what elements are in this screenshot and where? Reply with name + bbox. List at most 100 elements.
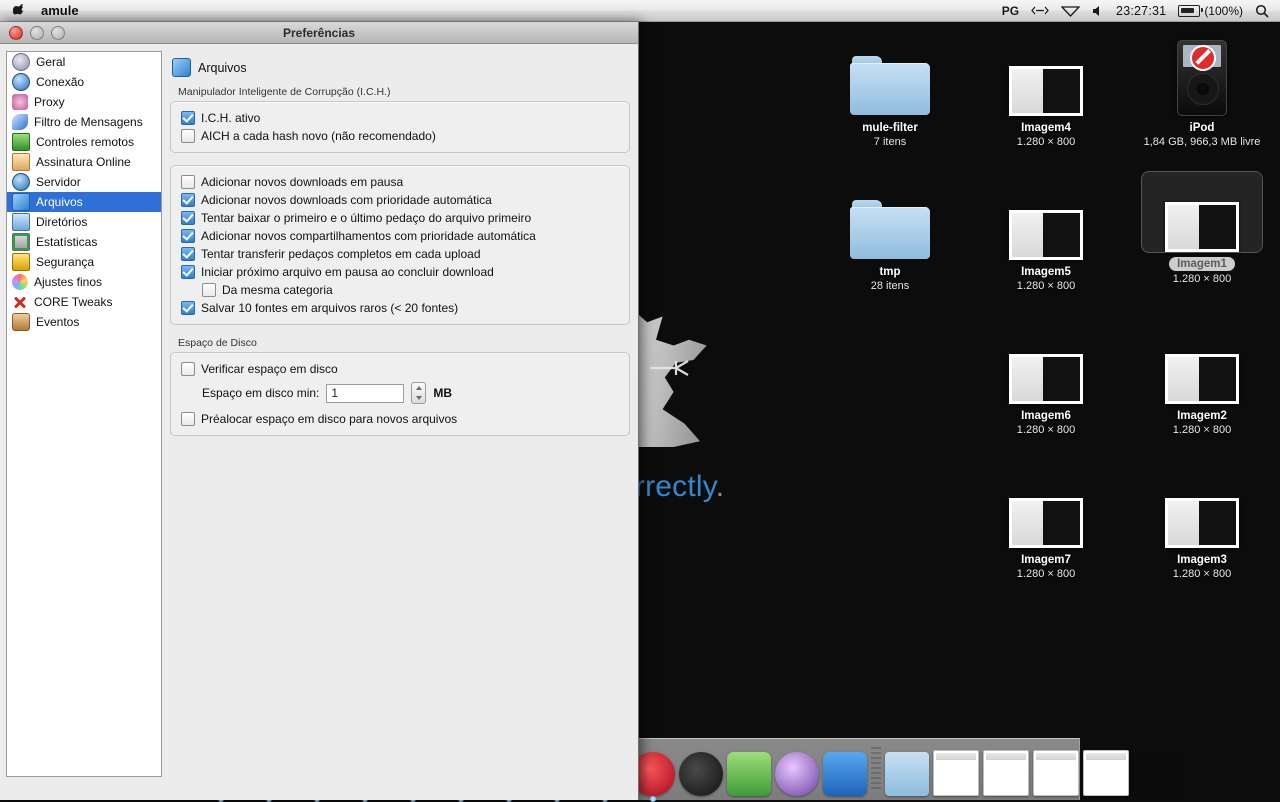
wifi-icon[interactable] xyxy=(1061,5,1080,17)
screenshot-thumbnail-icon xyxy=(1009,210,1083,260)
minimize-window-button[interactable] xyxy=(30,26,44,40)
gear-icon xyxy=(12,53,30,71)
spotlight-search-icon[interactable] xyxy=(1255,4,1269,18)
dock-window-1[interactable] xyxy=(933,750,979,796)
volume-icon[interactable] xyxy=(1092,5,1104,17)
displays-arrows-icon[interactable] xyxy=(1031,5,1049,16)
desktop-icon-label: tmp xyxy=(830,265,950,279)
desktop-icon-imagem7[interactable]: Imagem71.280 × 800 xyxy=(986,468,1106,581)
desktop-icon-imagem6[interactable]: Imagem61.280 × 800 xyxy=(986,324,1106,437)
mask-icon xyxy=(12,94,28,110)
checkbox-row-adicionar-novos-downloads-em-pausa[interactable]: Adicionar novos downloads em pausa xyxy=(181,173,619,191)
desktop-icon-tmp[interactable]: tmp28 itens xyxy=(830,180,950,293)
preferences-panel: Arquivos Manipulador Inteligente de Corr… xyxy=(162,51,638,800)
sidebar-item-arquivos[interactable]: Arquivos xyxy=(7,192,161,212)
sidebar-item-label: Segurança xyxy=(36,255,94,269)
ipod-device-icon xyxy=(1177,40,1227,116)
zoom-window-button[interactable] xyxy=(51,26,65,40)
checkbox-iniciar-pr-ximo-arquivo-em-pausa-a[interactable] xyxy=(181,265,195,279)
checkbox-row-da-mesma-categoria[interactable]: Da mesma categoria xyxy=(181,281,619,299)
battery-status[interactable]: (100%) xyxy=(1178,4,1243,18)
dock-downloads-folder[interactable] xyxy=(885,752,929,796)
menu-bar[interactable]: amule PG 23:27:31 (100%) xyxy=(0,0,1280,22)
dock-notebook-app[interactable] xyxy=(727,752,771,796)
disk-group-label: Espaço de Disco xyxy=(178,337,630,349)
sign-icon xyxy=(12,153,30,171)
desktop-icon-imagem2[interactable]: Imagem21.280 × 800 xyxy=(1142,324,1262,437)
menu-bar-clock[interactable]: 23:27:31 xyxy=(1116,4,1166,18)
checkbox-tentar-transferir-peda-os-completo[interactable] xyxy=(181,247,195,261)
checkbox-row-i-c-h-ativo[interactable]: I.C.H. ativo xyxy=(181,109,619,127)
checkbox-verificar-espaco[interactable] xyxy=(181,362,195,376)
checkbox-label: Adicionar novos compartilhamentos com pr… xyxy=(201,229,536,243)
stepper-down-icon[interactable] xyxy=(416,396,422,400)
sidebar-item-controles-remotos[interactable]: Controles remotos xyxy=(7,132,161,152)
checkbox-label: Iniciar próximo arquivo em pausa ao conc… xyxy=(201,265,494,279)
sidebar-item-ajustes-finos[interactable]: Ajustes finos xyxy=(7,272,161,292)
dock-window-2[interactable] xyxy=(983,750,1029,796)
checkbox-row-prealocar[interactable]: Préalocar espaço em disco para novos arq… xyxy=(181,410,619,428)
sidebar-item-conexão[interactable]: Conexão xyxy=(7,72,161,92)
wallpaper-text-period: . xyxy=(716,470,725,503)
checkbox-adicionar-novos-compartilhamentos-[interactable] xyxy=(181,229,195,243)
desktop-icon-label: Imagem3 xyxy=(1142,553,1262,567)
sidebar-item-core-tweaks[interactable]: CORE Tweaks xyxy=(7,292,161,312)
dock-xcode[interactable] xyxy=(823,752,867,796)
desktop-icon-sublabel: 1.280 × 800 xyxy=(1142,423,1262,437)
desktop-icon-imagem3[interactable]: Imagem31.280 × 800 xyxy=(1142,468,1262,581)
sidebar-item-filtro-de-mensagens[interactable]: Filtro de Mensagens xyxy=(7,112,161,132)
checkbox-i-c-h-ativo[interactable] xyxy=(181,111,195,125)
checkbox-da-mesma-categoria[interactable] xyxy=(202,283,216,297)
dock-window-4[interactable] xyxy=(1083,750,1129,796)
sidebar-item-assinatura-online[interactable]: Assinatura Online xyxy=(7,152,161,172)
checkbox-prealocar[interactable] xyxy=(181,412,195,426)
folder-icon xyxy=(12,213,30,231)
desktop-icon-imagem1[interactable]: Imagem11.280 × 800 xyxy=(1142,172,1262,286)
desktop-icon-label: iPod xyxy=(1142,121,1262,135)
desktop-icon-mule-filter[interactable]: mule-filter7 itens xyxy=(830,36,950,149)
checkbox-row-iniciar-pr-ximo-arquivo-em-pausa-a[interactable]: Iniciar próximo arquivo em pausa ao conc… xyxy=(181,263,619,281)
disk-min-input[interactable] xyxy=(326,384,404,403)
desktop-icon-imagem4[interactable]: Imagem41.280 × 800 xyxy=(986,36,1106,149)
close-window-button[interactable] xyxy=(9,26,23,40)
sidebar-item-diretórios[interactable]: Diretórios xyxy=(7,212,161,232)
sidebar-item-eventos[interactable]: Eventos xyxy=(7,312,161,332)
checkbox-adicionar-novos-downloads-em-pausa[interactable] xyxy=(181,175,195,189)
checkbox-label: Adicionar novos downloads em pausa xyxy=(201,175,403,189)
sidebar-item-servidor[interactable]: Servidor xyxy=(7,172,161,192)
active-app-name[interactable]: amule xyxy=(41,3,79,18)
disk-min-label: Espaço em disco min: xyxy=(202,386,319,400)
checkbox-row-adicionar-novos-downloads-com-prio[interactable]: Adicionar novos downloads com prioridade… xyxy=(181,191,619,209)
sidebar-item-label: Filtro de Mensagens xyxy=(34,115,143,129)
dock-art-app[interactable] xyxy=(775,752,819,796)
disk-min-stepper[interactable] xyxy=(411,382,426,404)
checkbox-row-aich-a-cada-hash-novo-n-o-recomend[interactable]: AICH a cada hash novo (não recomendado) xyxy=(181,127,619,145)
sidebar-item-estatísticas[interactable]: Estatísticas xyxy=(7,232,161,252)
stepper-up-icon[interactable] xyxy=(416,386,422,390)
sidebar-item-geral[interactable]: Geral xyxy=(7,52,161,72)
dock-trash[interactable] xyxy=(1133,752,1177,796)
checkbox-aich-a-cada-hash-novo-n-o-recomend[interactable] xyxy=(181,129,195,143)
desktop-icon-ipod[interactable]: iPod1,84 GB, 966,3 MB livre xyxy=(1142,36,1262,149)
dock-window-3[interactable] xyxy=(1033,750,1079,796)
input-source-indicator[interactable]: PG xyxy=(1002,4,1019,18)
preferences-window[interactable]: Preferências GeralConexãoProxy Filtro de … xyxy=(0,22,639,800)
checkbox-row-tentar-transferir-peda-os-completo[interactable]: Tentar transferir pedaços completos em c… xyxy=(181,245,619,263)
checkbox-tentar-baixar-o-primeiro-e-o-ltimo[interactable] xyxy=(181,211,195,225)
checkbox-row-verificar-espaco[interactable]: Verificar espaço em disco xyxy=(181,360,619,378)
checkbox-adicionar-novos-downloads-com-prio[interactable] xyxy=(181,193,195,207)
dock-separator xyxy=(871,747,881,789)
checkbox-row-adicionar-novos-compartilhamentos-[interactable]: Adicionar novos compartilhamentos com pr… xyxy=(181,227,619,245)
checkbox-label: Tentar baixar o primeiro e o último peda… xyxy=(201,211,531,225)
sidebar-item-segurança[interactable]: Segurança xyxy=(7,252,161,272)
preferences-sidebar[interactable]: GeralConexãoProxy Filtro de Mensagens Cont… xyxy=(6,51,162,777)
sidebar-item-proxy[interactable]: Proxy xyxy=(7,92,161,112)
desktop-icon-imagem5[interactable]: Imagem51.280 × 800 xyxy=(986,180,1106,293)
apple-menu-icon[interactable] xyxy=(13,3,27,19)
disk-space-group: Verificar espaço em disco Espaço em disc… xyxy=(170,352,630,436)
window-title-bar[interactable]: Preferências xyxy=(0,22,638,44)
checkbox-salvar-10-fontes-em-arquivos-raros[interactable] xyxy=(181,301,195,315)
checkbox-row-salvar-10-fontes-em-arquivos-raros[interactable]: Salvar 10 fontes em arquivos raros (< 20… xyxy=(181,299,619,317)
checkbox-row-tentar-baixar-o-primeiro-e-o-ltimo[interactable]: Tentar baixar o primeiro e o último peda… xyxy=(181,209,619,227)
dock-dark-app[interactable] xyxy=(679,752,723,796)
